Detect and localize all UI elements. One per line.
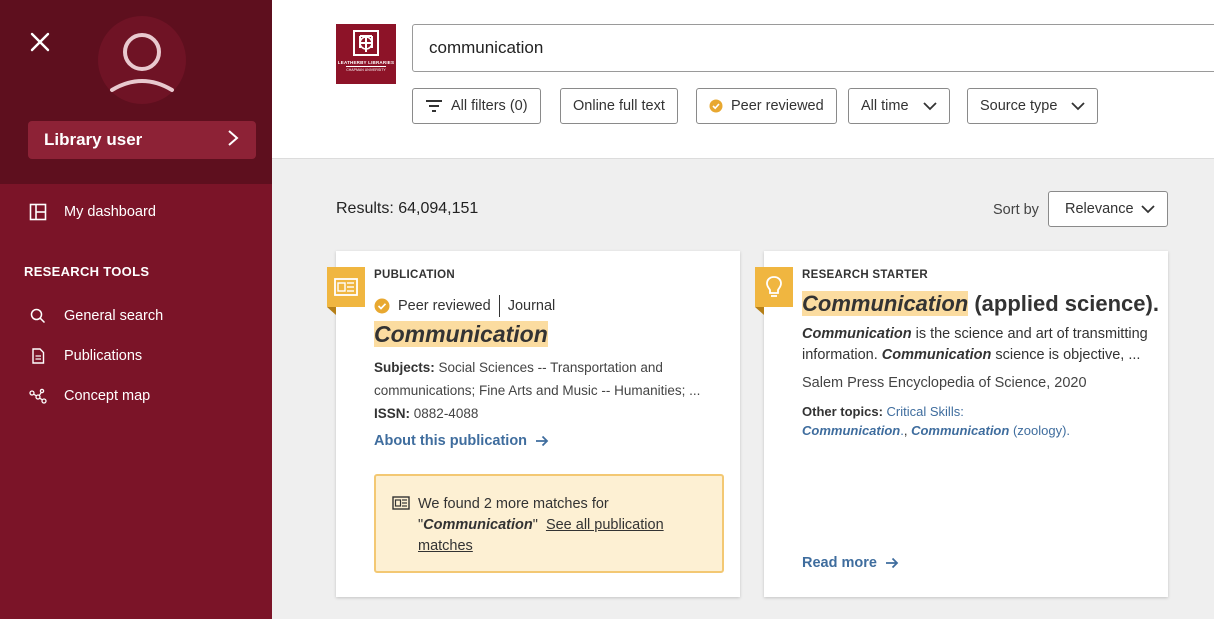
subjects: Subjects: Social Sciences -- Transportat…: [374, 356, 714, 402]
notice-quote-close: ": [532, 517, 538, 533]
topic-prefix: Critical Skills:: [886, 404, 964, 419]
sidebar-item-publications[interactable]: Publications: [28, 346, 142, 366]
sidebar-item-label: Publications: [64, 348, 143, 364]
title-rest: (applied science).: [968, 291, 1159, 316]
research-starter-card: RESEARCH STARTER Communication (applied …: [755, 251, 1168, 597]
divider: [498, 295, 500, 317]
topics-label: Other topics:: [802, 404, 883, 419]
sort-by-label: Sort by: [993, 202, 1039, 218]
sidebar-item-dashboard[interactable]: My dashboard: [28, 202, 156, 222]
subjects-label: Subjects:: [374, 360, 435, 375]
issn: ISSN: 0882-4088: [374, 402, 714, 425]
lightbulb-icon: [766, 276, 782, 297]
filter-icon: [425, 99, 443, 113]
search-icon: [28, 306, 48, 326]
format-text: Journal: [507, 298, 556, 314]
online-full-text-label: Online full text: [573, 98, 665, 114]
sort-dropdown[interactable]: Relevance: [1048, 191, 1168, 227]
chevron-down-icon: [922, 101, 937, 111]
topic-suffix: (zoology).: [1009, 423, 1071, 438]
research-starter-badge: [755, 267, 793, 315]
peer-reviewed-label: Peer reviewed: [731, 98, 824, 114]
abstract-term: Communication: [881, 347, 992, 363]
peer-reviewed-button[interactable]: Peer reviewed: [696, 88, 837, 124]
concept-map-icon: [28, 386, 48, 406]
library-crest-icon: [353, 30, 379, 56]
source: Salem Press Encyclopedia of Science, 202…: [802, 375, 1087, 391]
dashboard-icon: [28, 202, 48, 222]
research-tools-heading: RESEARCH TOOLS: [24, 264, 150, 279]
logo-name: LEATHERBY LIBRARIES: [337, 60, 395, 65]
results-count: Results: 64,094,151: [336, 200, 479, 217]
peer-reviewed-icon: [709, 99, 723, 113]
card-type: RESEARCH STARTER: [802, 269, 928, 281]
all-time-dropdown[interactable]: All time: [848, 88, 950, 124]
title-highlight: Communication: [802, 291, 969, 316]
notice-prefix: We found 2 more matches for: [418, 496, 609, 512]
topic-term: Communication: [802, 423, 901, 438]
sidebar: Library user My dashboard RESEARCH TOOLS…: [0, 0, 272, 619]
user-panel: Library user: [0, 0, 272, 184]
notice-text: We found 2 more matches for "Communicatio…: [418, 494, 708, 557]
search-input[interactable]: [412, 24, 1214, 72]
topic-link-zoology[interactable]: Communication (zoology).: [911, 423, 1070, 438]
logo-sub: CHAPMAN UNIVERSITY: [346, 66, 386, 72]
sidebar-item-concept-map[interactable]: Concept map: [28, 386, 150, 406]
sidebar-item-label: My dashboard: [64, 204, 156, 220]
topic-separator: ,: [903, 423, 912, 438]
abstract: Communication is the science and art of …: [802, 324, 1158, 366]
online-full-text-button[interactable]: Online full text: [560, 88, 678, 124]
read-more-link[interactable]: Read more: [802, 555, 899, 571]
about-publication-link[interactable]: About this publication: [374, 433, 549, 449]
all-filters-label: All filters (0): [451, 98, 528, 114]
title-highlight: Communication: [374, 321, 548, 347]
read-more-label: Read more: [802, 555, 877, 571]
library-user-button[interactable]: Library user: [28, 121, 256, 159]
abstract-term: Communication: [802, 326, 912, 342]
publication-badge: [327, 267, 365, 315]
peer-reviewed-text: Peer reviewed: [398, 298, 491, 314]
sidebar-item-label: Concept map: [64, 388, 151, 404]
all-time-label: All time: [861, 98, 909, 114]
sidebar-item-general-search[interactable]: General search: [28, 306, 163, 326]
source-type-dropdown[interactable]: Source type: [967, 88, 1099, 124]
about-publication-label: About this publication: [374, 433, 528, 449]
search-header: LEATHERBY LIBRARIES CHAPMAN UNIVERSITY A…: [272, 0, 1214, 159]
other-topics: Other topics: Critical Skills: Communicat…: [802, 402, 1152, 440]
document-icon: [28, 346, 48, 366]
chevron-down-icon: [1071, 101, 1086, 111]
library-logo[interactable]: LEATHERBY LIBRARIES CHAPMAN UNIVERSITY: [336, 24, 396, 84]
peer-reviewed-row: Peer reviewed Journal: [374, 295, 555, 317]
newspaper-icon: [334, 278, 358, 296]
peer-reviewed-icon: [374, 298, 390, 314]
topic-term: Communication: [911, 423, 1010, 438]
issn-value: 0882-4088: [413, 406, 479, 421]
notice-term: Communication: [423, 517, 533, 533]
close-icon[interactable]: [26, 28, 54, 56]
card-type: PUBLICATION: [374, 269, 456, 281]
chevron-down-icon: [1141, 204, 1155, 213]
more-matches-notice: We found 2 more matches for "Communicatio…: [374, 474, 724, 573]
source-type-label: Source type: [980, 98, 1058, 114]
research-starter-title[interactable]: Communication (applied science).: [802, 291, 1159, 317]
arrow-right-icon: [885, 557, 899, 569]
publication-card: PUBLICATION Peer reviewed Journal Commun…: [327, 251, 740, 597]
avatar: [98, 16, 186, 104]
sidebar-item-label: General search: [64, 308, 164, 324]
chevron-right-icon: [226, 129, 240, 152]
arrow-right-icon: [535, 435, 549, 447]
sort-value: Relevance: [1065, 201, 1134, 217]
all-filters-button[interactable]: All filters (0): [412, 88, 541, 124]
newspaper-icon: [392, 496, 410, 515]
publication-title[interactable]: Communication: [374, 321, 548, 348]
user-label: Library user: [44, 130, 143, 149]
abstract-text: science is objective, ...: [991, 347, 1141, 363]
issn-label: ISSN:: [374, 406, 411, 421]
